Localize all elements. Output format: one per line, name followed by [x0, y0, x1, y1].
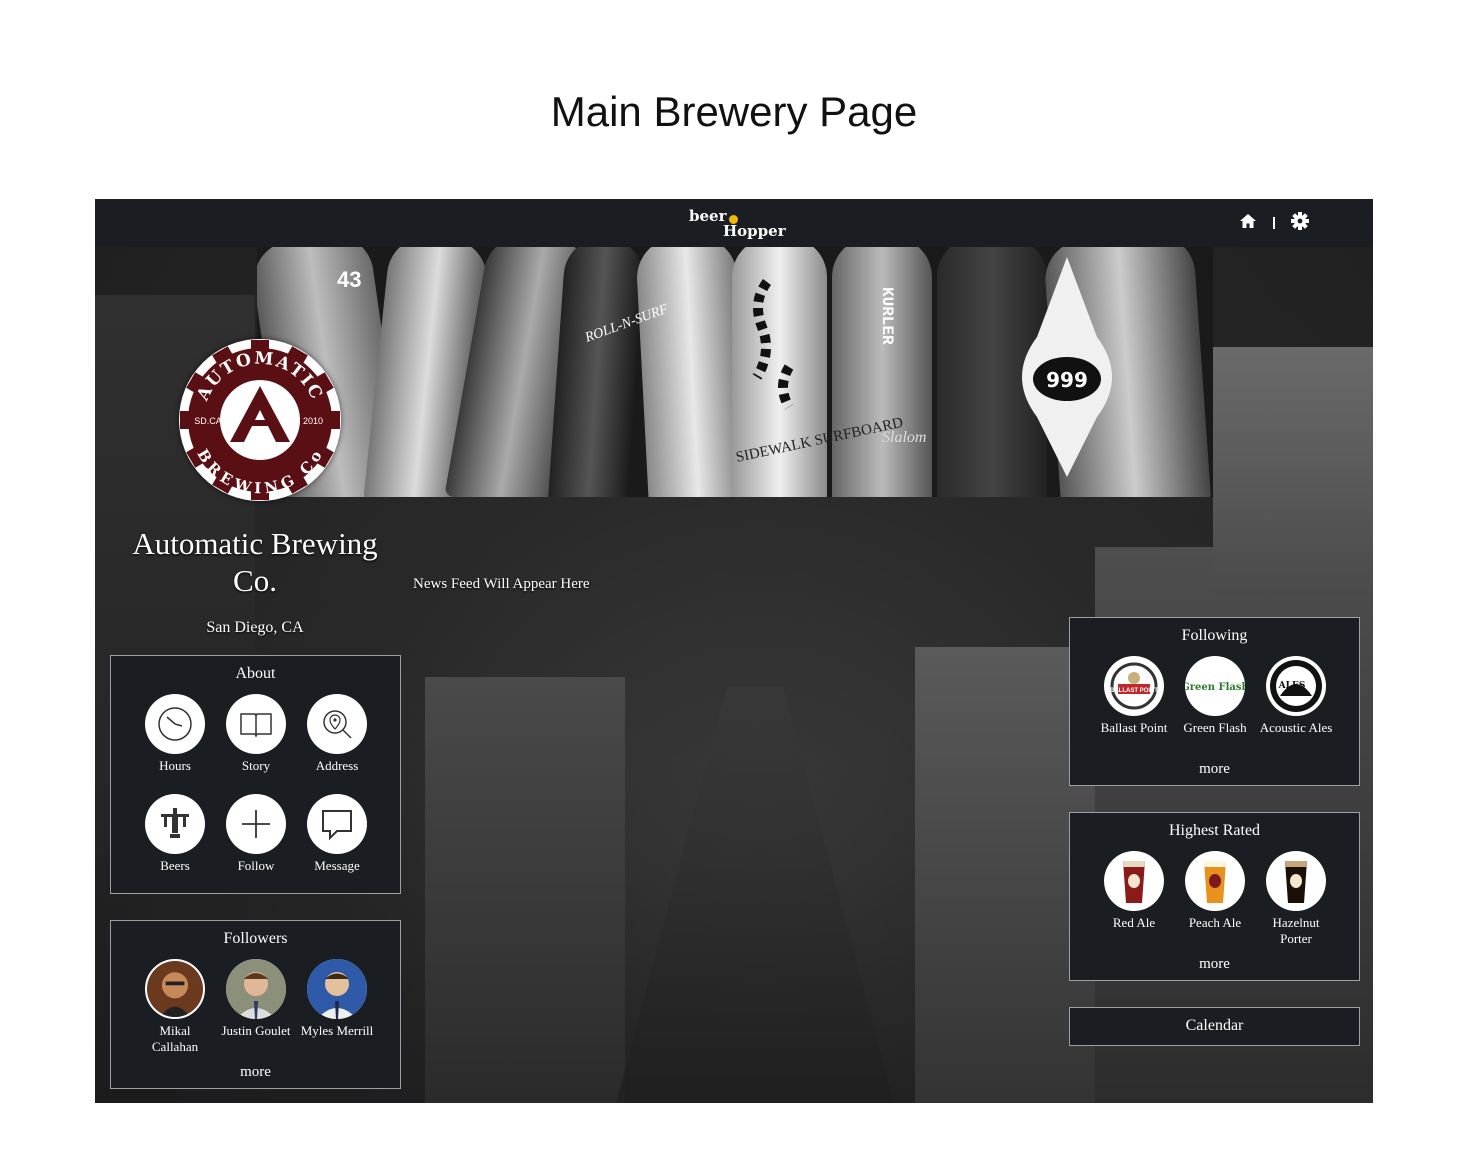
rated-beer-item[interactable]: Red Ale	[1094, 851, 1174, 931]
message-label: Message	[314, 858, 360, 873]
top-nav-bar: beer Hopper	[95, 199, 1373, 247]
follower-item[interactable]: Myles Merrill	[297, 959, 377, 1039]
following-item[interactable]: Green Flash Green Flash	[1175, 656, 1255, 736]
board-text-sidewalk: SIDEWALK SURFBOARD	[735, 415, 905, 466]
book-icon	[226, 694, 286, 754]
logo-text: Green Flash	[1185, 682, 1245, 693]
brewery-logo: AUTOMATIC BREWING Co SD.CA 2010	[179, 339, 341, 501]
beer-glass-icon	[1104, 851, 1164, 911]
ballast-point-logo-icon: BALLAST POINT	[1104, 656, 1164, 716]
clock-icon	[145, 694, 205, 754]
following-name: Green Flash	[1183, 720, 1247, 735]
beers-label: Beers	[160, 858, 190, 873]
logo-text-year: 2010	[303, 416, 323, 426]
cover-banner-image: 43 ROLL-N-SURF SIDEWALK SURFBOARD KURLER…	[257, 247, 1213, 497]
following-name: Ballast Point	[1100, 720, 1168, 735]
logo-text: ALES	[1278, 681, 1306, 691]
rated-beer-name: Red Ale	[1112, 915, 1156, 930]
story-button[interactable]: Story	[216, 694, 296, 774]
about-title: About	[235, 665, 276, 682]
brewery-name: Automatic Brewing Co.	[132, 526, 378, 598]
address-label: Address	[315, 758, 359, 773]
avatar	[145, 959, 205, 1019]
rated-beer-item[interactable]: Hazelnut Porter	[1256, 851, 1336, 947]
board-text-kurler: KURLER	[878, 287, 896, 345]
nav-divider	[1273, 217, 1275, 229]
message-button[interactable]: Message	[297, 794, 377, 874]
avatar	[226, 959, 286, 1019]
beer-glass-icon	[1185, 851, 1245, 911]
beer-tap-icon	[145, 794, 205, 854]
brewery-location: San Diego, CA	[206, 619, 304, 636]
story-label: Story	[241, 758, 271, 773]
following-item[interactable]: BALLAST POINT Ballast Point	[1094, 656, 1174, 736]
page-title: Main Brewery Page	[550, 88, 918, 135]
follow-label: Follow	[237, 858, 275, 873]
follower-name: Mikal Callahan	[151, 1023, 199, 1054]
rated-beer-name: Peach Ale	[1188, 915, 1242, 930]
follow-button[interactable]: Follow	[216, 794, 296, 874]
following-item[interactable]: ALES Acoustic Ales	[1256, 656, 1336, 736]
rated-beer-name: Hazelnut Porter	[1272, 915, 1320, 946]
board-number: 43	[337, 267, 361, 292]
home-icon[interactable]	[1239, 212, 1257, 235]
plus-icon	[226, 794, 286, 854]
app-logo[interactable]: beer Hopper	[687, 207, 797, 241]
logo-text-sdca: SD.CA	[194, 416, 222, 426]
app-window: beer Hopper 43 ROLL-N-SURF SIDEWALK SURF…	[95, 199, 1373, 1103]
follower-item[interactable]: Justin Goulet	[216, 959, 296, 1039]
about-panel: About Hours Story Address Beers Follow M…	[110, 655, 401, 894]
news-feed-placeholder: News Feed Will Appear Here	[413, 576, 590, 592]
follower-name: Justin Goulet	[221, 1023, 291, 1038]
hours-label: Hours	[159, 758, 191, 773]
hours-button[interactable]: Hours	[135, 694, 215, 774]
calendar-button[interactable]: Calendar	[1069, 1007, 1360, 1046]
beers-button[interactable]: Beers	[135, 794, 215, 874]
following-more-link[interactable]: more	[1070, 761, 1359, 778]
chat-icon	[307, 794, 367, 854]
address-button[interactable]: Address	[297, 694, 377, 774]
following-name: Acoustic Ales	[1259, 720, 1333, 735]
followers-title: Followers	[223, 930, 288, 947]
highest-rated-panel: Highest Rated Red Ale Peach Ale Hazelnut…	[1069, 812, 1360, 981]
logo-text-beer: beer	[689, 207, 727, 225]
highest-rated-title: Highest Rated	[1168, 822, 1261, 839]
followers-more-link[interactable]: more	[111, 1064, 400, 1081]
beer-glass-icon	[1266, 851, 1326, 911]
map-pin-icon	[307, 694, 367, 754]
acoustic-ales-logo-icon: ALES	[1266, 656, 1326, 716]
highest-rated-more-link[interactable]: more	[1070, 956, 1359, 973]
logo-text-hopper: Hopper	[723, 222, 786, 240]
board-text-slalom: Slalom	[882, 429, 926, 446]
follower-name: Myles Merrill	[300, 1023, 374, 1038]
logo-text: BALLAST POINT	[1110, 688, 1158, 694]
calendar-label: Calendar	[1185, 1017, 1244, 1034]
follower-item[interactable]: Mikal Callahan	[135, 959, 215, 1055]
following-title: Following	[1181, 627, 1248, 644]
following-panel: Following BALLAST POINT Ballast Point Gr…	[1069, 617, 1360, 786]
green-flash-logo-icon: Green Flash	[1185, 656, 1245, 716]
followers-panel: Followers Mikal Callahan Justin Goulet M…	[110, 920, 401, 1089]
rated-beer-item[interactable]: Peach Ale	[1175, 851, 1255, 931]
board-text-999: 999	[1046, 368, 1088, 392]
gear-icon[interactable]	[1291, 211, 1309, 235]
avatar	[307, 959, 367, 1019]
board-text-roll: ROLL-N-SURF	[582, 302, 670, 346]
